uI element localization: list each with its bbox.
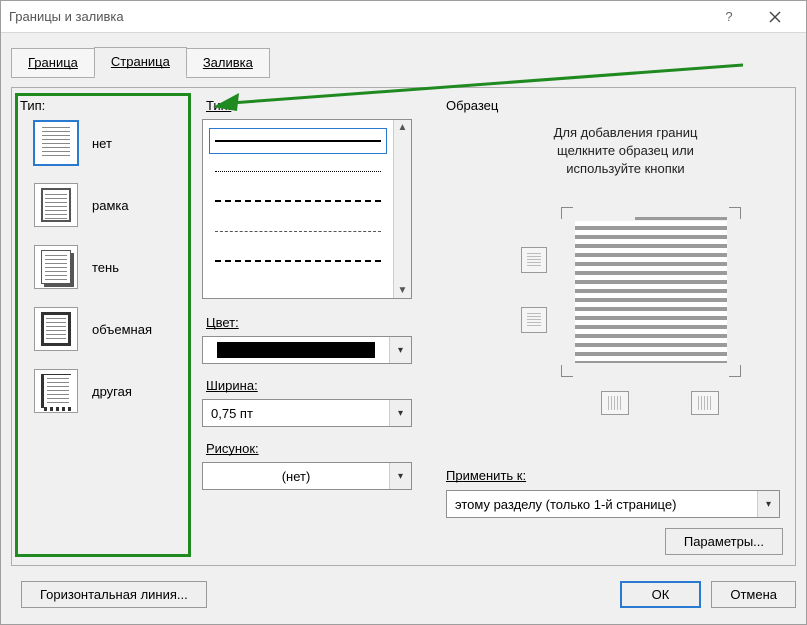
tab-shading[interactable]: Заливка <box>186 48 270 78</box>
art-label: Рисунок: <box>206 441 426 456</box>
style-scrollbar[interactable]: ▲ ▼ <box>393 120 411 298</box>
chevron-down-icon[interactable]: ▾ <box>389 400 411 426</box>
apply-to-label: Применить к: <box>446 468 526 483</box>
tab-border[interactable]: Граница <box>11 48 95 78</box>
art-combo[interactable]: (нет) ▾ <box>202 462 412 490</box>
border-left-toggle[interactable] <box>601 391 629 415</box>
setting-3d-label: объемная <box>92 322 152 337</box>
tab-row: Граница Страница Заливка <box>1 33 806 77</box>
preview-column: Образец Для добавления границ щелкните о… <box>442 94 789 559</box>
style-column: Тип: ▲ ▼ Цвет: ▾ Ширина: <box>202 94 426 559</box>
color-swatch <box>217 342 375 358</box>
preview-hint: Для добавления границ щелкните образец и… <box>472 124 779 179</box>
dialog-footer: Горизонтальная линия... ОК Отмена <box>11 576 796 612</box>
tab-page[interactable]: Страница <box>94 47 187 77</box>
preview-label: Образец <box>446 98 789 113</box>
setting-custom[interactable]: другая <box>34 369 192 413</box>
setting-box-thumb <box>34 183 78 227</box>
horizontal-line-button[interactable]: Горизонтальная линия... <box>21 581 207 608</box>
tab-panel: Тип: нет рамка тень объемная другая <box>11 87 796 566</box>
style-item[interactable] <box>207 246 389 276</box>
style-item[interactable] <box>207 216 389 246</box>
setting-shadow-thumb <box>34 245 78 289</box>
close-button[interactable] <box>752 1 798 33</box>
setting-3d[interactable]: объемная <box>34 307 192 351</box>
chevron-down-icon[interactable]: ▾ <box>757 491 779 517</box>
scroll-down-icon[interactable]: ▼ <box>398 285 408 296</box>
style-listbox[interactable]: ▲ ▼ <box>202 119 412 299</box>
help-button[interactable]: ? <box>706 1 752 33</box>
border-right-toggle[interactable] <box>691 391 719 415</box>
color-combo[interactable]: ▾ <box>202 336 412 364</box>
setting-shadow[interactable]: тень <box>34 245 192 289</box>
style-item[interactable] <box>207 186 389 216</box>
window-title: Границы и заливка <box>9 9 706 24</box>
setting-3d-thumb <box>34 307 78 351</box>
setting-none[interactable]: нет <box>34 121 192 165</box>
style-label: Тип: <box>206 98 426 113</box>
setting-column: Тип: нет рамка тень объемная другая <box>16 94 192 559</box>
apply-to-value: этому разделу (только 1-й странице) <box>447 491 757 517</box>
setting-box[interactable]: рамка <box>34 183 192 227</box>
apply-to-combo[interactable]: этому разделу (только 1-й странице) ▾ <box>446 490 780 518</box>
setting-custom-thumb <box>34 369 78 413</box>
preview-page-icon <box>575 221 727 363</box>
setting-none-thumb <box>34 121 78 165</box>
width-value: 0,75 пт <box>203 400 389 426</box>
borders-shading-dialog: Границы и заливка ? Граница Страница Зал… <box>0 0 807 625</box>
setting-none-label: нет <box>92 136 112 151</box>
setting-box-label: рамка <box>92 198 129 213</box>
setting-label: Тип: <box>20 98 192 113</box>
style-item[interactable] <box>207 126 389 156</box>
titlebar: Границы и заливка ? <box>1 1 806 33</box>
preview-diagram[interactable] <box>501 207 751 377</box>
chevron-down-icon[interactable]: ▾ <box>389 463 411 489</box>
options-button[interactable]: Параметры... <box>665 528 783 555</box>
art-value: (нет) <box>203 463 389 489</box>
color-label: Цвет: <box>206 315 426 330</box>
width-label: Ширина: <box>206 378 426 393</box>
cancel-button[interactable]: Отмена <box>711 581 796 608</box>
border-bottom-toggle[interactable] <box>521 307 547 333</box>
close-icon <box>769 11 781 23</box>
setting-shadow-label: тень <box>92 260 119 275</box>
chevron-down-icon[interactable]: ▾ <box>389 337 411 363</box>
width-combo[interactable]: 0,75 пт ▾ <box>202 399 412 427</box>
preview-area: Для добавления границ щелкните образец и… <box>472 124 779 424</box>
style-item[interactable] <box>207 156 389 186</box>
ok-button[interactable]: ОК <box>620 581 702 608</box>
setting-custom-label: другая <box>92 384 132 399</box>
scroll-up-icon[interactable]: ▲ <box>398 122 408 133</box>
border-top-toggle[interactable] <box>521 247 547 273</box>
